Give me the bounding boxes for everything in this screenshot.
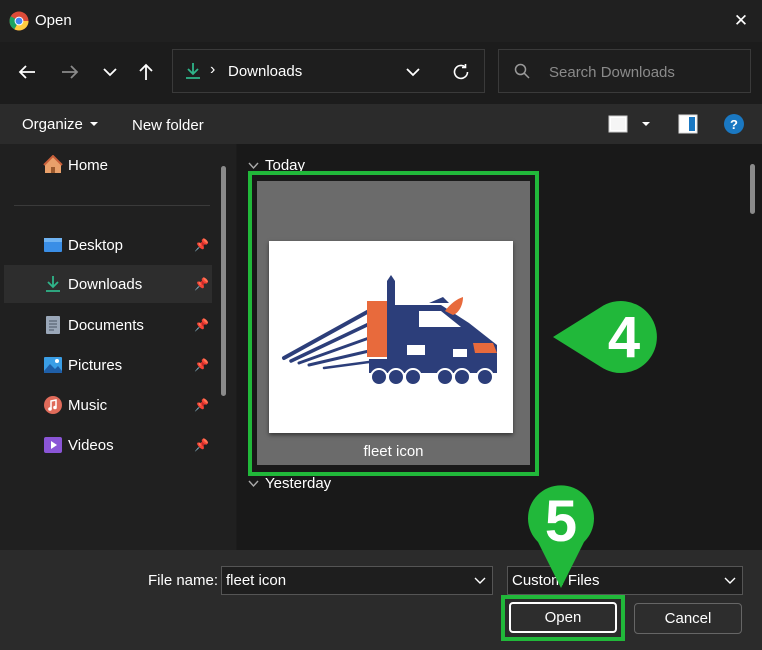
preview-pane-button[interactable] (677, 113, 699, 135)
dialog-footer (0, 550, 762, 650)
sidebar-item-home[interactable]: Home (4, 146, 212, 184)
download-icon (183, 61, 203, 81)
close-window-button[interactable]: ✕ (726, 8, 756, 34)
address-history-button[interactable] (400, 60, 426, 84)
chevron-down-icon (406, 68, 420, 77)
sidebar-item-documents[interactable]: Documents 📌 (4, 306, 212, 344)
step-4-number: 4 (607, 304, 641, 370)
sidebar-item-videos[interactable]: Videos 📌 (4, 426, 212, 464)
search-placeholder: Search Downloads (549, 64, 675, 81)
up-button[interactable] (132, 58, 160, 86)
sidebar-item-label: Documents (68, 316, 144, 334)
open-button[interactable]: Open (509, 602, 617, 633)
pin-icon: 📌 (194, 398, 209, 412)
chevron-down-icon (248, 480, 259, 487)
sidebar-item-label: Downloads (68, 275, 143, 293)
content-scrollbar[interactable] (750, 164, 755, 214)
pin-icon: 📌 (194, 438, 209, 452)
back-button[interactable] (13, 58, 41, 86)
sidebar-item-label: Home (68, 156, 109, 174)
file-name-input[interactable]: fleet icon (221, 566, 493, 595)
arrow-left-icon (18, 65, 35, 79)
pictures-icon (44, 357, 62, 373)
group-header-yesterday[interactable]: Yesterday (248, 475, 331, 492)
group-label: Yesterday (265, 475, 332, 492)
sidebar-item-label: Pictures (68, 356, 123, 374)
file-name-field-label: File name: (148, 572, 219, 589)
sidebar-item-downloads[interactable]: Downloads 📌 (4, 265, 212, 303)
address-bar[interactable] (172, 49, 485, 93)
step-5-callout: 5 (526, 480, 596, 590)
recent-locations-button[interactable] (96, 58, 124, 86)
view-options-button[interactable] (608, 112, 656, 136)
chrome-logo-icon (9, 11, 29, 31)
sidebar-item-label: Desktop (68, 236, 124, 254)
new-folder-button[interactable]: New folder (132, 117, 204, 134)
chevron-down-icon (474, 577, 486, 584)
chevron-down-icon (248, 162, 259, 169)
sidebar-item-desktop[interactable]: Desktop 📌 (4, 226, 212, 264)
caret-down-icon (642, 122, 650, 126)
sidebar-scrollbar[interactable] (221, 166, 226, 396)
sidebar-item-label: Music (68, 396, 108, 414)
step-4-callout: 4 (553, 297, 659, 377)
navigation-pane: Home Desktop 📌 Downloads 📌 Documents 📌 P… (0, 144, 236, 550)
preview-pane-icon (678, 114, 698, 134)
title-bar (0, 0, 762, 42)
pin-icon: 📌 (194, 318, 209, 332)
sidebar-divider (14, 205, 210, 206)
search-icon (514, 63, 530, 79)
organize-label: Organize (22, 115, 83, 133)
annotation-highlight-box (248, 171, 539, 476)
pin-icon: 📌 (194, 358, 209, 372)
home-icon (43, 155, 63, 173)
pin-icon: 📌 (194, 238, 209, 252)
breadcrumb-downloads[interactable]: Downloads (228, 63, 302, 80)
pin-icon: 📌 (194, 277, 209, 291)
step-5-number: 5 (544, 488, 578, 554)
desktop-icon (44, 238, 62, 252)
refresh-button[interactable] (448, 59, 474, 85)
help-button[interactable]: ? (724, 114, 744, 134)
chevron-down-icon (724, 577, 736, 584)
window-title: Open (35, 12, 72, 29)
sidebar-item-music[interactable]: Music 📌 (4, 386, 212, 424)
documents-icon (46, 316, 60, 334)
file-name-value: fleet icon (226, 572, 287, 589)
sidebar-item-pictures[interactable]: Pictures 📌 (4, 346, 212, 384)
download-icon (46, 276, 60, 292)
view-icon (608, 115, 628, 133)
cancel-button[interactable]: Cancel (634, 603, 742, 634)
arrow-right-icon (62, 65, 79, 79)
sidebar-item-label: Videos (68, 436, 114, 454)
breadcrumb-separator: › (210, 61, 216, 78)
music-icon (44, 396, 62, 414)
organize-button[interactable]: Organize (14, 110, 99, 138)
caret-down-icon (89, 122, 98, 126)
refresh-icon (453, 64, 469, 80)
chevron-down-icon (103, 68, 117, 77)
arrow-up-icon (139, 63, 153, 80)
videos-icon (44, 437, 62, 453)
forward-button[interactable] (56, 58, 84, 86)
